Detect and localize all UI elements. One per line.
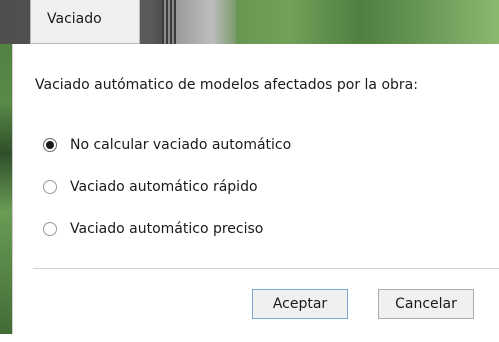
dialog-prompt: Vaciado autómatico de modelos afectados … [35,77,418,93]
cancelar-button[interactable]: Cancelar [378,289,474,319]
aceptar-button[interactable]: Aceptar [252,289,348,319]
vaciado-dialog: Vaciado autómatico de modelos afectados … [12,44,499,334]
option-no-calcular[interactable]: No calcular vaciado automático [43,134,291,156]
bottom-strip [0,334,499,342]
radio-rapido[interactable] [43,180,57,194]
vaciado-tab-button[interactable]: Vaciado [30,0,140,44]
radio-preciso[interactable] [43,222,57,236]
option-no-calcular-label: No calcular vaciado automático [70,137,292,153]
option-preciso-label: Vaciado automático preciso [70,221,264,237]
option-rapido-label: Vaciado automático rápido [70,179,258,195]
background-scene-left [0,0,12,342]
option-preciso[interactable]: Vaciado automático preciso [43,218,291,240]
separator [33,268,499,269]
radio-no-calcular[interactable] [43,138,57,152]
option-rapido[interactable]: Vaciado automático rápido [43,176,291,198]
vaciado-options-group: No calcular vaciado automático Vaciado a… [43,134,291,260]
